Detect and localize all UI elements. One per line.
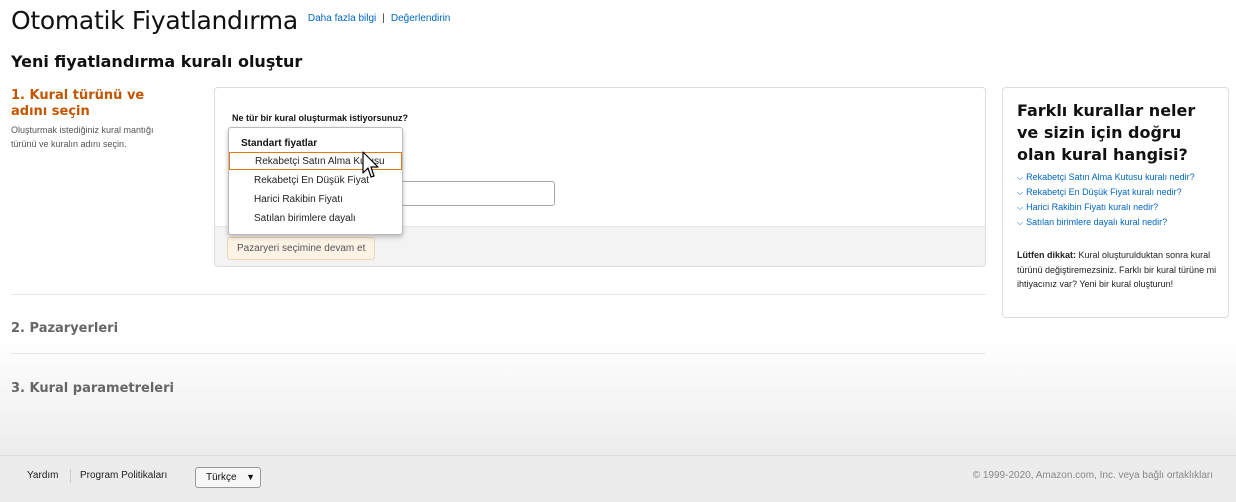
page-subtitle: Yeni fiyatlandırma kuralı oluştur — [11, 52, 303, 71]
help-link[interactable]: ⌵ Satılan birimlere dayalı kural nedir? — [1017, 215, 1195, 230]
rate-link[interactable]: Değerlendirin — [391, 13, 450, 24]
rule-type-question: Ne tür bir kural oluşturmak istiyorsunuz… — [232, 113, 409, 123]
hand-cursor-icon — [362, 151, 379, 178]
help-links: ⌵ Rekabetçi Satın Alma Kutusu kuralı nedi… — [1017, 170, 1195, 230]
step-1-info: 1. Kural türünü ve adını seçin Oluşturma… — [11, 88, 181, 151]
help-link-label: Satılan birimlere dayalı kural nedir? — [1026, 217, 1168, 227]
step-1-title: 1. Kural türünü ve adını seçin — [11, 88, 145, 119]
dropdown-option-external-competitor[interactable]: Harici Rakibin Fiyatı — [229, 191, 402, 209]
help-note: Lütfen dikkat: Kural oluşturulduktan son… — [1017, 248, 1222, 292]
help-link[interactable]: ⌵ Rekabetçi En Düşük Fiyat kuralı nedir? — [1017, 185, 1195, 200]
help-link[interactable]: ⌵ Harici Rakibin Fiyatı kuralı nedir? — [1017, 200, 1195, 215]
chevron-down-icon: ⌵ — [1017, 173, 1024, 182]
language-select[interactable]: Türkçe ▼ — [195, 467, 261, 488]
step-1-description: Oluşturmak istediğiniz kural mantığı tür… — [11, 125, 154, 149]
footer-separator — [70, 469, 71, 483]
header-link-separator: | — [382, 13, 385, 24]
section-divider — [11, 353, 986, 354]
help-link-label: Harici Rakibin Fiyatı kuralı nedir? — [1026, 202, 1159, 212]
help-link[interactable]: ⌵ Rekabetçi Satın Alma Kutusu kuralı nedi… — [1017, 170, 1195, 185]
help-link-label: Rekabetçi En Düşük Fiyat kuralı nedir? — [1026, 187, 1182, 197]
page-title: Otomatik Fiyatlandırma — [11, 6, 298, 35]
footer-help-link[interactable]: Yardım — [27, 470, 59, 481]
background-fade — [0, 340, 1236, 455]
help-panel: Farklı kurallar neler ve sizin için doğr… — [1002, 87, 1229, 318]
help-link-label: Rekabetçi Satın Alma Kutusu kuralı nedir… — [1026, 172, 1195, 182]
page-header: Otomatik Fiyatlandırma Daha fazla bilgi |… — [11, 6, 450, 35]
help-note-label: Lütfen dikkat: — [1017, 250, 1077, 260]
chevron-down-icon: ⌵ — [1017, 188, 1024, 197]
help-title: Farklı kurallar neler ve sizin için doğr… — [1017, 101, 1196, 164]
learn-more-link[interactable]: Daha fazla bilgi — [308, 13, 376, 24]
rule-name-input[interactable] — [385, 181, 555, 206]
dropdown-option-units-sold[interactable]: Satılan birimlere dayalı — [229, 210, 402, 228]
chevron-down-icon: ⌵ — [1017, 203, 1024, 212]
footer-policies-link[interactable]: Program Politikaları — [80, 470, 167, 481]
section-divider — [11, 294, 986, 295]
copyright-text: © 1999-2020, Amazon.com, Inc. veya bağlı… — [972, 470, 1213, 481]
dropdown-group-label: Standart fiyatlar — [241, 138, 318, 149]
continue-to-marketplace-button[interactable]: Pazaryeri seçimine devam et — [227, 237, 376, 260]
header-links: Daha fazla bilgi | Değerlendirin — [308, 13, 450, 24]
page-footer: Yardım Program Politikaları Türkçe ▼ © 19… — [0, 455, 1236, 502]
step-3-title[interactable]: 3. Kural parametreleri — [11, 381, 174, 396]
step-2-title[interactable]: 2. Pazaryerleri — [11, 321, 118, 336]
chevron-down-icon: ▼ — [246, 472, 255, 482]
language-select-value: Türkçe — [206, 472, 237, 483]
rule-type-dropdown[interactable]: Standart fiyatlar Rekabetçi Satın Alma K… — [228, 127, 403, 235]
chevron-down-icon: ⌵ — [1017, 218, 1024, 227]
